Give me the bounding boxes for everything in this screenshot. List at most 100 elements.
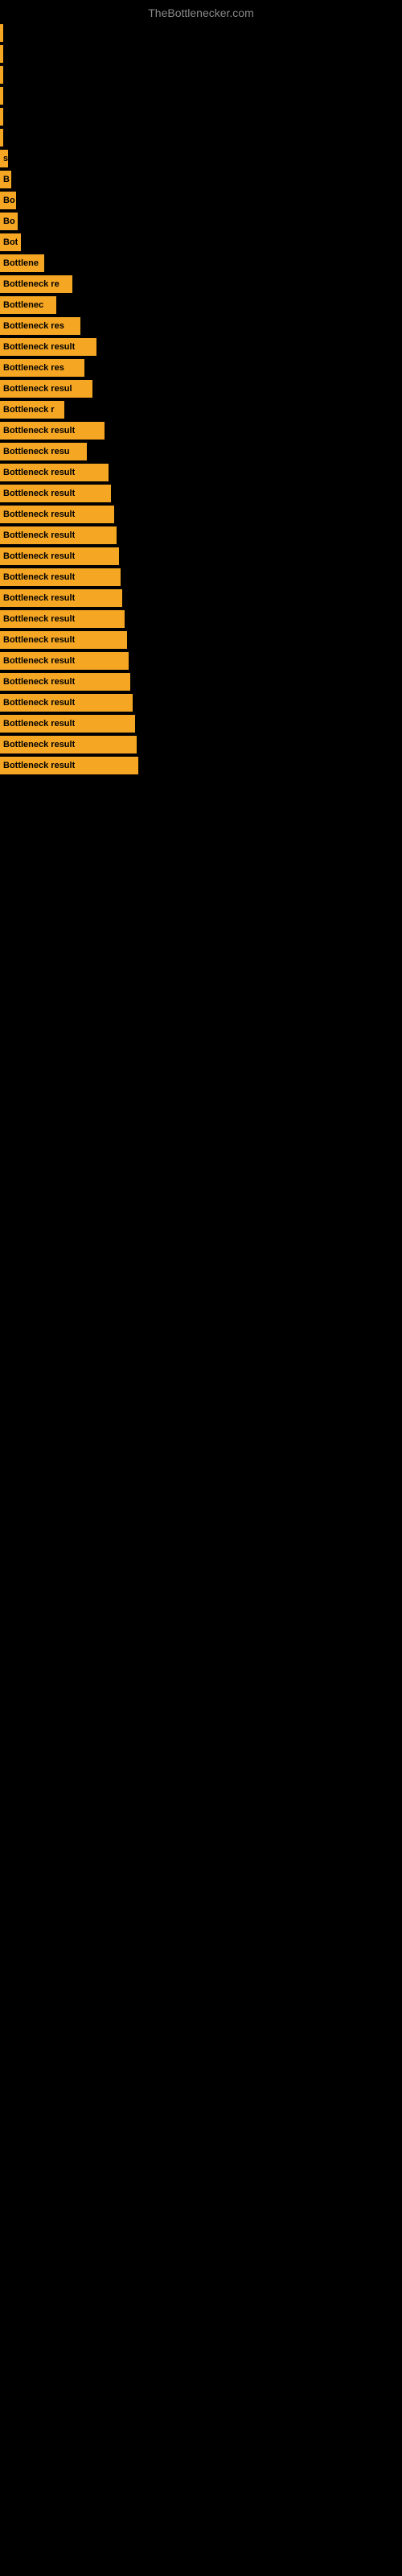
bar-row-23: Bottleneck result bbox=[0, 506, 402, 523]
bar-9: Bo bbox=[0, 213, 18, 230]
bar-label-33: Bottleneck result bbox=[3, 719, 75, 729]
bar-14: Bottleneck res bbox=[0, 317, 80, 335]
bar-row-4 bbox=[0, 108, 402, 126]
bar-row-33: Bottleneck result bbox=[0, 715, 402, 733]
bar-row-31: Bottleneck result bbox=[0, 673, 402, 691]
bar-20: Bottleneck resu bbox=[0, 443, 87, 460]
bar-row-12: Bottleneck re bbox=[0, 275, 402, 293]
bar-label-8: Bo bbox=[3, 196, 15, 205]
bar-16: Bottleneck res bbox=[0, 359, 84, 377]
bar-label-15: Bottleneck result bbox=[3, 342, 75, 352]
bar-33: Bottleneck result bbox=[0, 715, 135, 733]
bar-row-16: Bottleneck res bbox=[0, 359, 402, 377]
bar-row-32: Bottleneck result bbox=[0, 694, 402, 712]
bar-label-9: Bo bbox=[3, 217, 15, 226]
bar-label-32: Bottleneck result bbox=[3, 698, 75, 708]
bar-row-11: Bottlene bbox=[0, 254, 402, 272]
bar-row-6: s bbox=[0, 150, 402, 167]
bar-27: Bottleneck result bbox=[0, 589, 122, 607]
bar-15: Bottleneck result bbox=[0, 338, 96, 356]
bar-label-17: Bottleneck resul bbox=[3, 384, 72, 394]
bar-10: Bot bbox=[0, 233, 21, 251]
bar-row-9: Bo bbox=[0, 213, 402, 230]
bar-label-14: Bottleneck res bbox=[3, 321, 64, 331]
bar-25: Bottleneck result bbox=[0, 547, 119, 565]
bar-35: Bottleneck result bbox=[0, 757, 138, 774]
bar-12: Bottleneck re bbox=[0, 275, 72, 293]
bar-row-3 bbox=[0, 87, 402, 105]
bar-label-25: Bottleneck result bbox=[3, 551, 75, 561]
bar-label-29: Bottleneck result bbox=[3, 635, 75, 645]
bar-0 bbox=[0, 24, 3, 42]
bar-11: Bottlene bbox=[0, 254, 44, 272]
bar-row-7: B bbox=[0, 171, 402, 188]
bar-row-14: Bottleneck res bbox=[0, 317, 402, 335]
bar-label-28: Bottleneck result bbox=[3, 614, 75, 624]
bar-21: Bottleneck result bbox=[0, 464, 109, 481]
bar-row-28: Bottleneck result bbox=[0, 610, 402, 628]
bars-container: s B Bo Bo Bot Bottlene Bottleneck re Bottlenec B… bbox=[0, 24, 402, 774]
bar-label-18: Bottleneck r bbox=[3, 405, 55, 415]
bar-label-19: Bottleneck result bbox=[3, 426, 75, 436]
bar-label-35: Bottleneck result bbox=[3, 761, 75, 770]
bar-row-19: Bottleneck result bbox=[0, 422, 402, 440]
bar-18: Bottleneck r bbox=[0, 401, 64, 419]
bar-2 bbox=[0, 66, 3, 84]
bar-label-34: Bottleneck result bbox=[3, 740, 75, 749]
bar-32: Bottleneck result bbox=[0, 694, 133, 712]
bar-17: Bottleneck resul bbox=[0, 380, 92, 398]
bar-label-23: Bottleneck result bbox=[3, 510, 75, 519]
bar-row-13: Bottlenec bbox=[0, 296, 402, 314]
bar-row-21: Bottleneck result bbox=[0, 464, 402, 481]
bar-row-5 bbox=[0, 129, 402, 147]
bar-label-7: B bbox=[3, 175, 10, 184]
bar-22: Bottleneck result bbox=[0, 485, 111, 502]
bar-label-11: Bottlene bbox=[3, 258, 39, 268]
bar-30: Bottleneck result bbox=[0, 652, 129, 670]
bar-row-17: Bottleneck resul bbox=[0, 380, 402, 398]
bar-label-16: Bottleneck res bbox=[3, 363, 64, 373]
bar-label-21: Bottleneck result bbox=[3, 468, 75, 477]
bar-label-26: Bottleneck result bbox=[3, 572, 75, 582]
bar-row-24: Bottleneck result bbox=[0, 526, 402, 544]
bar-label-13: Bottlenec bbox=[3, 300, 43, 310]
bar-1 bbox=[0, 45, 3, 63]
bar-row-10: Bot bbox=[0, 233, 402, 251]
bar-row-15: Bottleneck result bbox=[0, 338, 402, 356]
bar-5 bbox=[0, 129, 3, 147]
bar-row-27: Bottleneck result bbox=[0, 589, 402, 607]
bar-29: Bottleneck result bbox=[0, 631, 127, 649]
bar-label-20: Bottleneck resu bbox=[3, 447, 70, 456]
bar-7: B bbox=[0, 171, 11, 188]
bar-31: Bottleneck result bbox=[0, 673, 130, 691]
bar-28: Bottleneck result bbox=[0, 610, 125, 628]
bar-row-25: Bottleneck result bbox=[0, 547, 402, 565]
bar-row-30: Bottleneck result bbox=[0, 652, 402, 670]
bar-label-27: Bottleneck result bbox=[3, 593, 75, 603]
bar-label-30: Bottleneck result bbox=[3, 656, 75, 666]
bar-34: Bottleneck result bbox=[0, 736, 137, 753]
bar-label-10: Bot bbox=[3, 237, 18, 247]
bar-row-8: Bo bbox=[0, 192, 402, 209]
bar-24: Bottleneck result bbox=[0, 526, 117, 544]
bar-row-29: Bottleneck result bbox=[0, 631, 402, 649]
bar-row-26: Bottleneck result bbox=[0, 568, 402, 586]
bar-26: Bottleneck result bbox=[0, 568, 121, 586]
bar-4 bbox=[0, 108, 3, 126]
bar-8: Bo bbox=[0, 192, 16, 209]
bar-row-35: Bottleneck result bbox=[0, 757, 402, 774]
bar-6: s bbox=[0, 150, 8, 167]
bar-row-1 bbox=[0, 45, 402, 63]
bar-3 bbox=[0, 87, 3, 105]
bar-row-2 bbox=[0, 66, 402, 84]
site-title: TheBottlenecker.com bbox=[0, 0, 402, 23]
bar-label-24: Bottleneck result bbox=[3, 530, 75, 540]
bar-row-20: Bottleneck resu bbox=[0, 443, 402, 460]
bar-row-22: Bottleneck result bbox=[0, 485, 402, 502]
bar-row-34: Bottleneck result bbox=[0, 736, 402, 753]
bar-label-6: s bbox=[3, 154, 8, 163]
bar-row-18: Bottleneck r bbox=[0, 401, 402, 419]
bar-23: Bottleneck result bbox=[0, 506, 114, 523]
bar-label-22: Bottleneck result bbox=[3, 489, 75, 498]
bar-19: Bottleneck result bbox=[0, 422, 105, 440]
